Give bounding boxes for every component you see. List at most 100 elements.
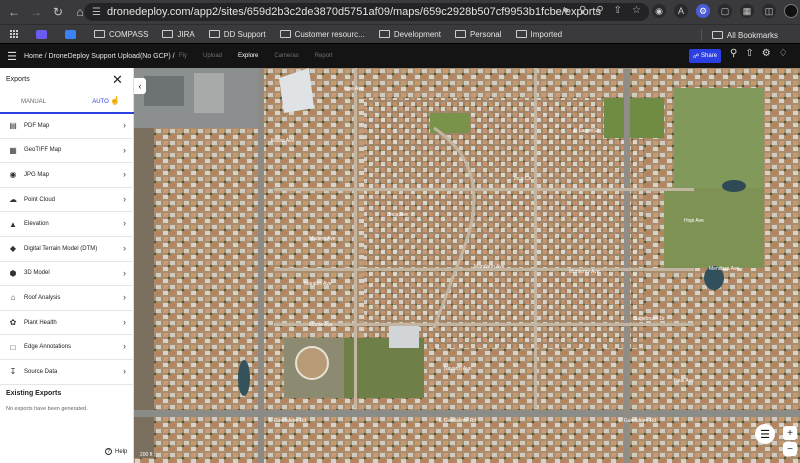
app-header: ☰ Home / DroneDeploy Support Upload(No G…: [0, 44, 800, 68]
question-icon: ?: [105, 448, 112, 455]
exports-panel: Exports ✕ MANUAL AUTO ☝ ▤ PDF Map › ▦ Ge…: [0, 68, 134, 463]
street-label: Monterey Ave: [569, 269, 600, 275]
extension-a-icon[interactable]: A: [674, 4, 688, 18]
key-icon[interactable]: ⚲: [579, 5, 586, 16]
export-item-edge-annotations[interactable]: □ Edge Annotations ›: [0, 335, 134, 360]
existing-exports-heading: Existing Exports: [6, 390, 62, 397]
notifications-bell-icon[interactable]: ♢: [779, 48, 788, 59]
profile-avatar[interactable]: [784, 4, 798, 18]
extensions-puzzle-icon[interactable]: ▦: [740, 4, 754, 18]
street-label: Navarro Ave: [444, 366, 472, 372]
hamburger-menu-icon[interactable]: ☰: [0, 44, 24, 68]
chevron-right-icon: ›: [123, 193, 126, 204]
browser-toolbar: ← → ↻ ⌂ ☰ dronedeploy.com/app2/sites/659…: [0, 0, 800, 24]
street-label: Mendoza Ave: [709, 266, 739, 272]
plus-icon: +: [787, 427, 793, 439]
bookmark-star-icon[interactable]: ☆: [632, 5, 641, 16]
extension-color-icon[interactable]: ◉: [652, 4, 666, 18]
export-item-geotiff-map[interactable]: ▦ GeoTIFF Map ›: [0, 139, 134, 164]
breadcrumb[interactable]: Home / DroneDeploy Support Upload(No GCP…: [24, 53, 175, 60]
folder-icon: [208, 30, 220, 38]
location-icon[interactable]: ●: [563, 5, 569, 16]
map-layers-list-button[interactable]: ☰: [755, 424, 775, 444]
help-button[interactable]: ? Help: [105, 448, 127, 455]
map-scale: 200 ft: [140, 452, 153, 458]
tab-auto[interactable]: AUTO: [67, 93, 134, 113]
street-label: E Guadalupe Rd: [269, 418, 306, 424]
settings-gear-icon[interactable]: ⚙: [762, 48, 771, 59]
list-icon: ☰: [760, 428, 770, 441]
close-icon[interactable]: ✕: [112, 72, 123, 88]
extension-box-icon[interactable]: ▢: [718, 4, 732, 18]
export-item-dtm[interactable]: ◆ Digital Terrain Model (DTM) ›: [0, 237, 134, 262]
export-item-source-data[interactable]: ↧ Source Data ›: [0, 360, 134, 385]
export-item-jpg-map[interactable]: ◉ JPG Map ›: [0, 163, 134, 188]
share-button[interactable]: ☍ Share: [689, 49, 721, 63]
tab-fly[interactable]: Fly: [171, 44, 195, 68]
export-item-pdf-map[interactable]: ▤ PDF Map ›: [0, 114, 134, 139]
collapse-panel-button[interactable]: ‹: [134, 78, 146, 94]
dtm-icon: ◆: [9, 244, 17, 254]
back-arrow-icon[interactable]: ←: [4, 2, 24, 22]
edge-icon: □: [10, 342, 16, 352]
bookmark-apps[interactable]: [10, 30, 22, 38]
apps-grid-icon: [10, 30, 18, 38]
street-label: Neal Ave: [674, 378, 694, 384]
forward-arrow-icon[interactable]: →: [26, 2, 46, 22]
street-label: Mandarin Ave: [474, 264, 505, 270]
tab-explore[interactable]: Explore: [230, 44, 266, 68]
bookmark-folder-dd-support[interactable]: DD Support: [208, 30, 266, 39]
bookmark-folder-compass[interactable]: COMPASS: [94, 30, 148, 39]
bookmark-extension-2[interactable]: [65, 29, 80, 39]
extension-gear-icon[interactable]: ⚙: [696, 4, 710, 18]
export-item-roof-analysis[interactable]: ⌂ Roof Analysis ›: [0, 286, 134, 311]
reload-icon[interactable]: ↻: [48, 2, 68, 22]
zoom-icon[interactable]: ⚲: [596, 5, 603, 16]
street-label: Kiowa Ave: [271, 138, 294, 144]
bookmark-folder-development[interactable]: Development: [378, 30, 441, 39]
extensions-bar: ◉ A ⚙ ▢ ▦ ◫ ⋮: [652, 4, 800, 18]
tab-manual[interactable]: MANUAL: [0, 93, 67, 113]
chevron-right-icon: ›: [123, 316, 126, 327]
tab-report[interactable]: Report: [307, 44, 341, 68]
street-label: Inca Ave: [389, 212, 408, 218]
street-label: Sagebrush Dr: [634, 316, 665, 322]
street-label: E Laurel St: [574, 128, 599, 134]
geotiff-icon: ▦: [9, 145, 17, 155]
street-label: Marable Ave: [304, 281, 332, 287]
street-label: Madero Ave: [309, 236, 336, 242]
zoom-in-button[interactable]: +: [783, 426, 797, 440]
url-text: dronedeploy.com/app2/sites/659d2b3c2de38…: [106, 6, 601, 18]
export-item-3d-model[interactable]: ⬢ 3D Model ›: [0, 262, 134, 287]
mountain-icon: ▲: [9, 219, 17, 229]
export-item-elevation[interactable]: ▲ Elevation ›: [0, 212, 134, 237]
export-item-plant-health[interactable]: ✿ Plant Health ›: [0, 311, 134, 336]
site-settings-icon[interactable]: ☰: [92, 7, 101, 18]
map-viewport[interactable]: Kiva Ave Kiowa Ave Inca Ave Hopi Ave Mad…: [134, 68, 800, 463]
tab-upload[interactable]: Upload: [195, 44, 230, 68]
app-tabs: Fly Upload Explore Cameras Report: [171, 44, 341, 68]
share-page-icon[interactable]: ⇧: [614, 5, 622, 16]
chevron-right-icon: ›: [123, 218, 126, 229]
street-label: E Guadalupe Rd: [439, 418, 476, 424]
tab-cameras[interactable]: Cameras: [266, 44, 306, 68]
folder-icon: [162, 30, 174, 38]
sidebar-toggle-icon[interactable]: ◫: [762, 4, 776, 18]
mouse-cursor-icon: ☝: [110, 96, 120, 105]
bookmark-extension-1[interactable]: [36, 29, 51, 39]
minus-icon: −: [787, 443, 793, 455]
street-label: Monte Ave: [309, 322, 333, 328]
camera-icon: ◉: [9, 170, 17, 180]
address-bar[interactable]: ☰ dronedeploy.com/app2/sites/659d2b3c2de…: [84, 3, 649, 21]
bookmark-folder-imported[interactable]: Imported: [515, 30, 562, 39]
leaf-icon: ✿: [9, 318, 17, 328]
drone-icon[interactable]: ⚲: [730, 48, 737, 59]
bookmark-folder-customer[interactable]: Customer resourc...: [279, 30, 365, 39]
zoom-out-button[interactable]: −: [783, 442, 797, 456]
bookmark-folder-personal[interactable]: Personal: [454, 30, 502, 39]
all-bookmarks[interactable]: All Bookmarks: [700, 29, 778, 41]
cloud-icon: ☁: [9, 195, 17, 205]
bookmark-folder-jira[interactable]: JIRA: [162, 30, 195, 39]
export-item-point-cloud[interactable]: ☁ Point Cloud ›: [0, 188, 134, 213]
upload-icon[interactable]: ⇧: [745, 48, 753, 59]
